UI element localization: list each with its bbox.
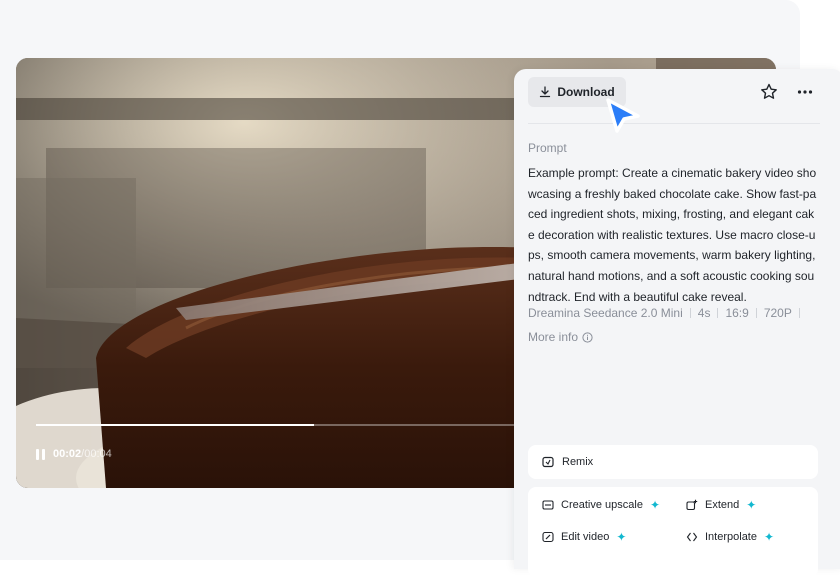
creative-upscale-label: Creative upscale — [561, 499, 643, 511]
model-name: Dreamina Seedance 2.0 Mini — [528, 306, 683, 320]
star-icon — [761, 83, 777, 99]
more-info-label: More info — [528, 330, 579, 344]
edit-video-button[interactable]: Edit video ✦ — [542, 530, 626, 544]
meta-separator — [717, 308, 719, 318]
progress-fill — [36, 424, 315, 426]
more-options-button[interactable] — [794, 81, 816, 103]
pause-icon[interactable] — [36, 448, 45, 460]
extend-label: Extend — [705, 499, 740, 511]
interpolate-label: Interpolate — [705, 531, 757, 543]
progress-bar[interactable] — [36, 424, 516, 426]
remix-label: Remix — [562, 456, 594, 468]
remix-icon — [542, 456, 554, 468]
pointer-cursor-icon — [606, 98, 640, 133]
sparkle-icon: ✦ — [763, 530, 775, 544]
interpolate-icon — [686, 532, 698, 542]
creative-upscale-button[interactable]: Creative upscale ✦ — [542, 498, 660, 512]
meta-separator — [798, 308, 800, 318]
generation-meta: Dreamina Seedance 2.0 Mini 4s 16:9 720P — [528, 306, 807, 320]
meta-separator — [689, 308, 691, 318]
playback-controls: 00:02/00:04 — [36, 446, 112, 462]
total-time: 00:04 — [84, 448, 112, 460]
remix-button[interactable]: Remix — [528, 445, 818, 479]
resolution: 720P — [763, 306, 792, 320]
details-panel: Download Prompt Example prompt: Create a… — [514, 69, 840, 577]
prompt-label: Prompt — [528, 141, 567, 155]
extend-button[interactable]: Extend ✦ — [686, 498, 756, 512]
sparkle-icon: ✦ — [649, 498, 660, 512]
aspect-ratio: 16:9 — [725, 306, 749, 320]
sparkle-icon: ✦ — [746, 498, 757, 512]
upscale-icon — [542, 500, 554, 510]
meta-separator — [755, 308, 757, 318]
sparkle-icon: ✦ — [616, 530, 627, 544]
divider — [528, 123, 820, 124]
more-dots-icon — [797, 90, 813, 94]
current-time: 00:02 — [53, 448, 82, 460]
more-info-link[interactable]: More info — [528, 330, 593, 344]
interpolate-button[interactable]: Interpolate ✦ — [686, 530, 774, 544]
download-icon — [540, 86, 551, 98]
duration: 4s — [697, 306, 711, 320]
prompt-text: Example prompt: Create a cinematic baker… — [528, 166, 817, 304]
edit-video-label: Edit video — [561, 531, 610, 543]
info-icon — [582, 331, 593, 343]
tools-card: Creative upscale ✦ Extend ✦ Edit video ✦… — [528, 487, 818, 577]
edit-video-icon — [542, 531, 554, 543]
extend-icon — [686, 499, 698, 511]
favorite-button[interactable] — [758, 81, 780, 103]
